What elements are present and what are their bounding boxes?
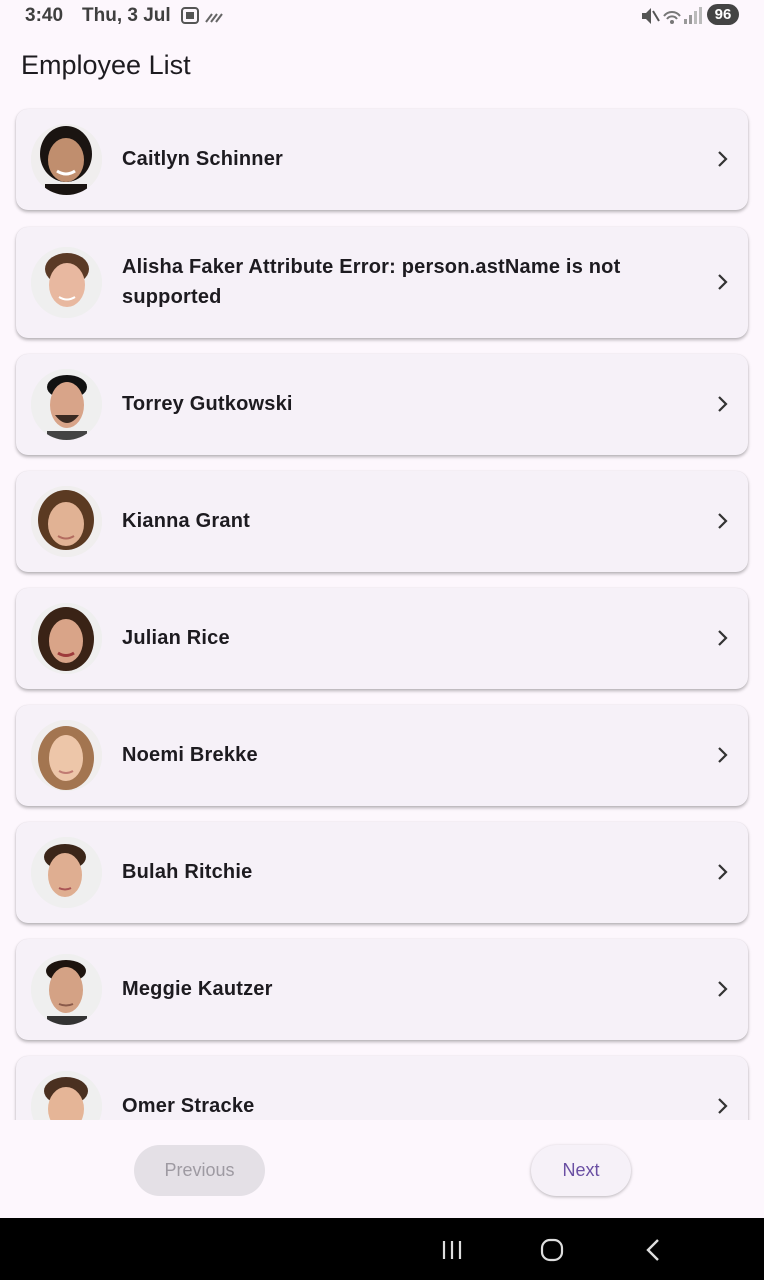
avatar <box>31 603 102 674</box>
employee-card[interactable]: Caitlyn Schinner <box>16 109 748 210</box>
employee-card[interactable]: Julian Rice <box>16 588 748 689</box>
chevron-right-icon <box>718 981 728 997</box>
employee-name: Torrey Gutkowski <box>122 393 293 415</box>
screen: 3:40 Thu, 3 Jul 96 Employee List Caitlyn… <box>0 0 764 1280</box>
status-time: 3:40 <box>25 5 64 26</box>
chevron-right-icon <box>718 747 728 763</box>
chevron-right-icon <box>718 396 728 412</box>
employee-card[interactable]: Noemi Brekke <box>16 705 748 806</box>
avatar <box>31 247 102 318</box>
battery-indicator: 96 <box>707 4 739 25</box>
chevron-right-icon <box>718 151 728 167</box>
status-date: Thu, 3 Jul <box>82 5 171 26</box>
chevron-right-icon <box>718 864 728 880</box>
employee-name: Julian Rice <box>122 627 230 649</box>
employee-name: Meggie Kautzer <box>122 978 273 1000</box>
avatar <box>31 720 102 791</box>
signal-icons <box>642 7 702 24</box>
page-title: Employee List <box>21 50 191 80</box>
employee-card[interactable]: Omer Stracke <box>16 1056 748 1120</box>
employee-name: Kianna Grant <box>122 510 250 532</box>
employee-name: Noemi Brekke <box>122 744 258 766</box>
screenshot-icon <box>181 7 223 24</box>
employee-name: Alisha Faker Attribute Error: person.ast… <box>122 256 621 308</box>
avatar <box>31 1071 102 1120</box>
employee-card[interactable]: Meggie Kautzer <box>16 939 748 1040</box>
employee-name: Caitlyn Schinner <box>122 148 284 170</box>
home-icon[interactable] <box>539 1238 565 1262</box>
employee-list[interactable]: Caitlyn Schinner Alisha Faker Attribute … <box>0 100 764 1120</box>
employee-card[interactable]: Alisha Faker Attribute Error: person.ast… <box>16 227 748 338</box>
status-bar: 3:40 Thu, 3 Jul 96 <box>0 0 764 32</box>
employee-name: Omer Stracke <box>122 1095 255 1117</box>
recent-apps-icon[interactable] <box>439 1238 465 1262</box>
employee-card[interactable]: Kianna Grant <box>16 471 748 572</box>
avatar <box>31 954 102 1025</box>
avatar <box>31 124 102 195</box>
next-button[interactable]: Next <box>531 1145 631 1196</box>
previous-button[interactable]: Previous <box>134 1145 265 1196</box>
avatar <box>31 369 102 440</box>
chevron-right-icon <box>718 513 728 529</box>
employee-card[interactable]: Torrey Gutkowski <box>16 354 748 455</box>
chevron-right-icon <box>718 1098 728 1114</box>
chevron-right-icon <box>718 274 728 290</box>
employee-name: Bulah Ritchie <box>122 861 253 883</box>
system-nav-bar <box>0 1218 764 1280</box>
employee-card[interactable]: Bulah Ritchie <box>16 822 748 923</box>
avatar <box>31 837 102 908</box>
avatar <box>31 486 102 557</box>
back-icon[interactable] <box>641 1238 667 1262</box>
chevron-right-icon <box>718 630 728 646</box>
